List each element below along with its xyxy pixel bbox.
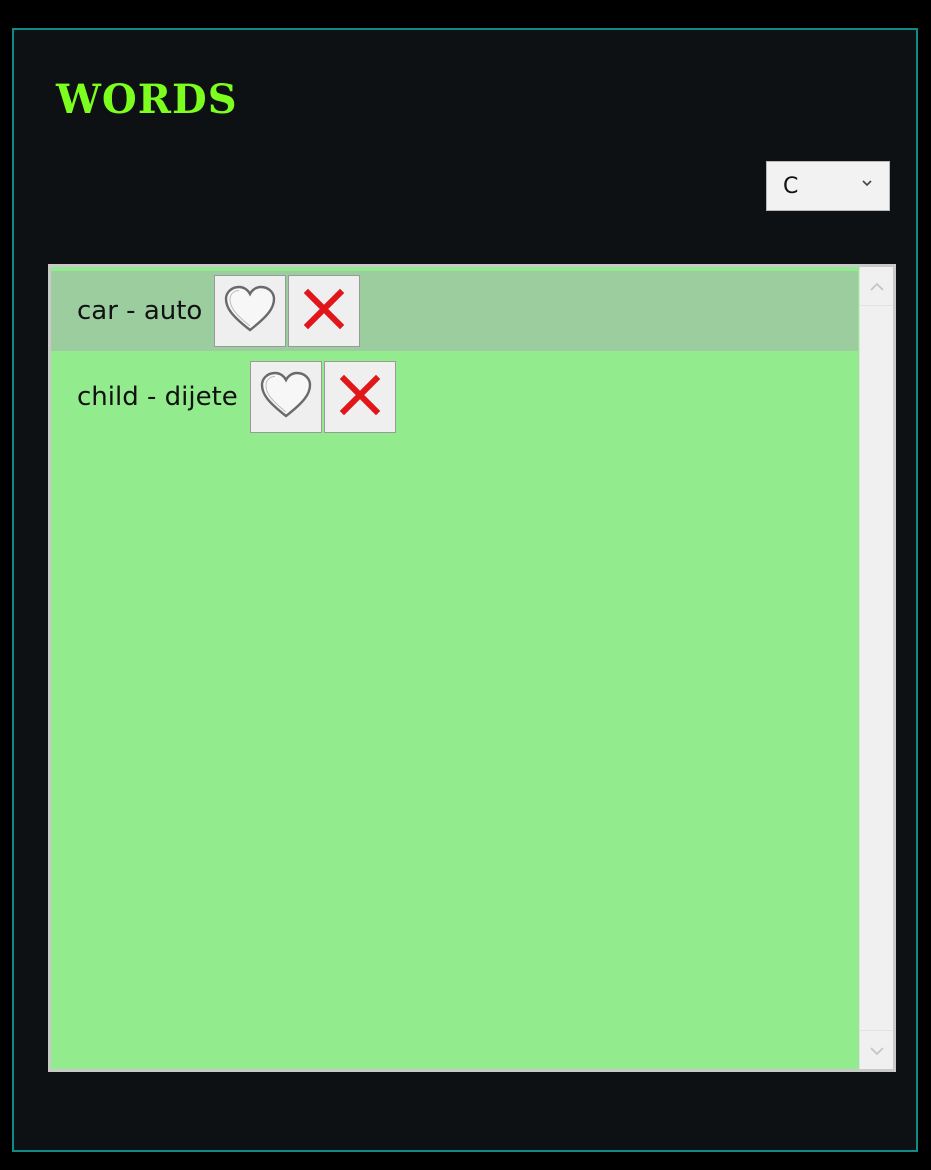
scroll-up-button[interactable] [860,267,893,306]
word-list[interactable]: car - auto child - dijete [48,264,896,1072]
word-pair-label: child - dijete [77,382,238,412]
close-icon [300,285,348,337]
list-item[interactable]: car - auto [51,271,858,351]
app-window: WORDS C car - auto child - dijete [12,28,918,1152]
delete-button[interactable] [288,275,361,347]
close-icon [336,371,384,423]
word-pair-label: car - auto [77,296,203,326]
heart-outline-icon [222,284,278,338]
letter-select-value: C [783,173,799,199]
vertical-scrollbar[interactable] [859,267,893,1069]
chevron-down-icon [869,1041,885,1060]
delete-button[interactable] [323,361,396,433]
list-item[interactable]: child - dijete [51,357,858,437]
heart-outline-icon [258,370,314,424]
scroll-down-button[interactable] [860,1030,893,1069]
chevron-down-icon [861,176,873,192]
chevron-up-icon [869,277,885,296]
favorite-button[interactable] [249,361,322,433]
letter-select[interactable]: C [766,161,890,211]
favorite-button[interactable] [214,275,287,347]
page-title: WORDS [56,76,238,123]
